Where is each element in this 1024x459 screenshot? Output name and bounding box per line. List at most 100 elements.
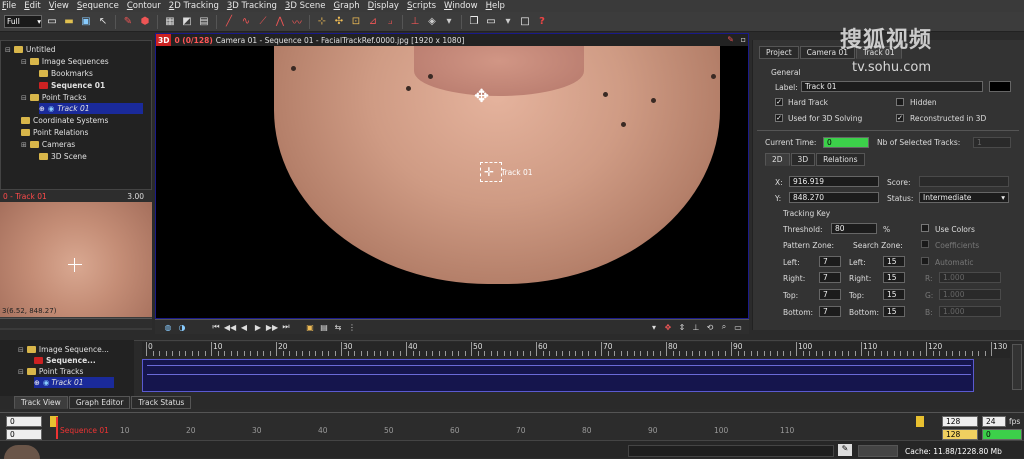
playhead[interactable]	[56, 417, 58, 439]
fullscreen-icon[interactable]: □	[518, 15, 532, 29]
search-right-field[interactable]: 15	[883, 272, 905, 283]
layout-icon[interactable]: ▭	[484, 15, 498, 29]
menu-3d-scene[interactable]: 3D Scene	[285, 1, 326, 11]
film-icon[interactable]: ▦	[163, 15, 177, 29]
track-bar[interactable]	[142, 359, 974, 392]
tree-item-cameras[interactable]: ⊞ Cameras	[21, 139, 75, 150]
pattern-right-field[interactable]: 7	[819, 272, 841, 283]
timeline-item-track-01[interactable]: ⊕ ◉ Track 01	[34, 377, 114, 388]
tree-item-point-tracks[interactable]: ⊟ Point Tracks	[21, 92, 86, 103]
track-add-icon[interactable]: ⊹	[315, 15, 329, 29]
line-tool-icon[interactable]: ╱	[222, 15, 236, 29]
tab-track-view[interactable]: Track View	[14, 396, 68, 409]
menu-help[interactable]: Help	[486, 1, 505, 11]
tab-track-status[interactable]: Track Status	[131, 396, 192, 409]
prev-key-icon[interactable]: ◀◀	[223, 321, 237, 333]
menu-3d-tracking[interactable]: 3D Tracking	[227, 1, 277, 11]
camera-viewport[interactable]: ✥ ✛ Track 01 3D 0 (0/128) Camera 01 - Se…	[155, 33, 749, 319]
first-frame-icon[interactable]: ⏮	[209, 321, 223, 333]
layout-dropdown-icon[interactable]: ▾	[501, 15, 515, 29]
y-field[interactable]: 848.270	[789, 192, 879, 203]
track-label-field[interactable]: Track 01	[801, 81, 983, 92]
save-icon[interactable]: ▣	[79, 15, 93, 29]
search-bottom-field[interactable]: 15	[883, 306, 905, 317]
menu-edit[interactable]: Edit	[24, 1, 40, 11]
menu-scripts[interactable]: Scripts	[407, 1, 436, 11]
range-end-field[interactable]: 128	[942, 429, 978, 440]
zoom-icon[interactable]: ⌕	[717, 321, 731, 333]
constraint-icon[interactable]: ⊿	[366, 15, 380, 29]
open-icon[interactable]: ▬	[62, 15, 76, 29]
tab-relations[interactable]: Relations	[816, 153, 865, 166]
nav-dropdown-icon[interactable]: ▾	[647, 321, 661, 333]
search-top-field[interactable]: 15	[883, 289, 905, 300]
next-key-icon[interactable]: ▶▶	[265, 321, 279, 333]
options-icon[interactable]: ⋮	[345, 321, 359, 333]
track-select-icon[interactable]: ⊡	[349, 15, 363, 29]
pan-icon[interactable]: ✥	[661, 321, 675, 333]
cube-icon[interactable]: ◈	[425, 15, 439, 29]
fps-field[interactable]: 24	[982, 416, 1006, 427]
tree-item-coordinate-systems[interactable]: Coordinate Systems	[21, 115, 108, 126]
grid-icon[interactable]: ▤	[197, 15, 211, 29]
camera-icon[interactable]: ◩	[180, 15, 194, 29]
wave-icon[interactable]: 〰	[290, 15, 304, 29]
tree-root[interactable]: ⊟ Untitled	[5, 44, 56, 55]
tree-item-sequence-01[interactable]: Sequence 01	[39, 80, 105, 91]
dolly-icon[interactable]: ⇕	[675, 321, 689, 333]
tree-item-image-sequences[interactable]: ⊟ Image Sequences	[21, 56, 109, 67]
tab-2d[interactable]: 2D	[765, 153, 790, 166]
current-time-field[interactable]: 0	[823, 137, 869, 148]
axis-icon[interactable]: ⊥	[408, 15, 422, 29]
menu-window[interactable]: Window	[444, 1, 478, 11]
viewport-pin-icon[interactable]: ✎	[727, 35, 734, 44]
play-back-icon[interactable]: ◀	[237, 321, 251, 333]
polyline-icon[interactable]: ⋀	[273, 15, 287, 29]
use-colors-checkbox[interactable]	[921, 224, 929, 232]
view-3d-badge[interactable]: 3D	[156, 34, 172, 46]
used-for-3d-checkbox[interactable]: ✓	[775, 114, 783, 122]
pointer-icon[interactable]: ↖	[96, 15, 110, 29]
cube-dropdown-icon[interactable]: ▾	[442, 15, 456, 29]
status-select[interactable]: Intermediate ▾	[919, 192, 1009, 203]
tree-item-3d-scene[interactable]: 3D Scene	[39, 151, 87, 162]
rewind-icon[interactable]: ⇆	[331, 321, 345, 333]
threshold-field[interactable]: 80	[831, 223, 877, 234]
menu-sequence[interactable]: Sequence	[77, 1, 119, 11]
menu-display[interactable]: Display	[368, 1, 399, 11]
x-field[interactable]: 916.919	[789, 176, 879, 187]
last-frame-icon[interactable]: ⏭	[279, 321, 293, 333]
orbit-icon[interactable]: ⟲	[703, 321, 717, 333]
timeline-item-image-sequences[interactable]: ⊟ Image Sequence...	[18, 344, 109, 355]
camera-link-icon[interactable]: ◑	[175, 321, 189, 333]
tree-item-point-relations[interactable]: Point Relations	[21, 127, 88, 138]
range-start-field[interactable]: 0	[6, 429, 42, 440]
help-icon[interactable]: ?	[535, 15, 549, 29]
tree-item-bookmarks[interactable]: Bookmarks	[39, 68, 93, 79]
globe-icon[interactable]: ◍	[161, 321, 175, 333]
hard-track-checkbox[interactable]: ✓	[775, 98, 783, 106]
fill-icon[interactable]: ⬢	[138, 15, 152, 29]
timeline-item-point-tracks[interactable]: ⊟ Point Tracks	[18, 366, 83, 377]
track-auto-icon[interactable]: ✣	[332, 15, 346, 29]
new-icon[interactable]: ▭	[45, 15, 59, 29]
reconstructed-checkbox[interactable]: ✓	[896, 114, 904, 122]
range-end-marker-icon[interactable]	[916, 416, 924, 427]
tab-graph-editor[interactable]: Graph Editor	[68, 396, 131, 409]
menu-2d-tracking[interactable]: 2D Tracking	[169, 1, 219, 11]
display-mode-select[interactable]: Full ▾	[4, 15, 42, 28]
brush-icon[interactable]: ✎	[121, 15, 135, 29]
axis-move-icon[interactable]: ⊥	[689, 321, 703, 333]
tree-item-track-01[interactable]: ⊕ ◉ Track 01	[39, 103, 143, 114]
pattern-left-field[interactable]: 7	[819, 256, 841, 267]
menu-file[interactable]: File	[2, 1, 16, 11]
window-icon[interactable]: ❐	[467, 15, 481, 29]
end-frame-field[interactable]: 128	[942, 416, 978, 427]
relation-icon[interactable]: ⟓	[383, 15, 397, 29]
node-tool-icon[interactable]: ⟋	[256, 15, 270, 29]
start-frame-field[interactable]: 0	[6, 416, 42, 427]
menu-contour[interactable]: Contour	[127, 1, 161, 11]
play-icon[interactable]: ▶	[251, 321, 265, 333]
track-color-swatch[interactable]	[989, 81, 1011, 92]
loop-icon[interactable]: ▣	[303, 321, 317, 333]
